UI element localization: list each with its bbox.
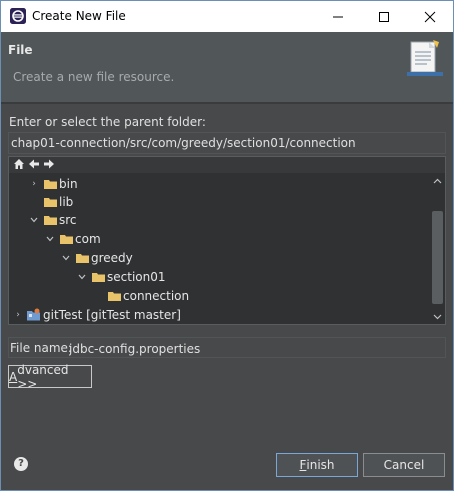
cancel-button[interactable]: Cancel [363, 453, 445, 477]
advanced-button[interactable]: Advanced >> [8, 362, 92, 391]
tree-item-gittest[interactable]: › gitTest [gitTest master] [9, 306, 429, 324]
tree-vertical-scrollbar[interactable] [430, 174, 445, 324]
scrollbar-thumb[interactable] [432, 211, 443, 304]
header-separator [1, 102, 453, 104]
tree-item-lib[interactable]: lib [9, 193, 429, 211]
maximize-icon [379, 11, 389, 22]
create-new-file-dialog: Create New File File Create a new file r… [0, 0, 454, 491]
forward-arrow-icon[interactable] [43, 158, 55, 170]
tree-item-src[interactable]: src [9, 211, 429, 229]
finish-mnemonic: F [299, 458, 307, 472]
tree-item-label: bin [59, 177, 78, 191]
folder-icon [44, 216, 57, 225]
help-icon[interactable]: ? [14, 457, 28, 471]
close-button[interactable] [407, 1, 453, 32]
tree-item-label: gitTest [gitTest master] [43, 308, 181, 322]
tree-toolbar [9, 157, 445, 173]
tree-body: › bin lib src com greedy section01 conne… [9, 174, 429, 324]
chevron-right-icon[interactable]: › [29, 177, 39, 191]
chevron-right-icon[interactable]: › [13, 308, 23, 322]
parent-folder-label: Enter or select the parent folder: [9, 115, 206, 129]
chevron-down-icon[interactable] [45, 232, 55, 246]
wizard-header: File Create a new file resource. [1, 32, 453, 102]
tree-item-label: lib [59, 195, 74, 209]
advanced-mnemonic: A [9, 369, 18, 384]
file-name-row: File name: [8, 337, 446, 358]
advanced-label: dvanced >> [17, 362, 69, 391]
folder-icon [108, 292, 121, 301]
tree-item-label: greedy [91, 251, 133, 265]
tree-item-label: com [75, 232, 101, 246]
folder-icon [92, 273, 105, 282]
eclipse-app-icon [10, 8, 26, 24]
finish-label: inish [306, 458, 335, 472]
finish-button[interactable]: Finish [276, 453, 358, 477]
folder-tree[interactable]: › bin lib src com greedy section01 conne… [8, 156, 446, 325]
tree-item-label: connection [123, 289, 190, 303]
file-name-input[interactable] [69, 338, 445, 357]
scroll-down-icon[interactable] [430, 309, 445, 324]
wizard-description: Create a new file resource. [13, 70, 175, 84]
minimize-button[interactable] [315, 1, 361, 32]
tree-item-com[interactable]: com [9, 230, 429, 248]
tree-item-greedy[interactable]: greedy [9, 249, 429, 267]
home-icon[interactable] [13, 158, 25, 170]
scroll-up-icon[interactable] [430, 174, 445, 189]
parent-folder-input[interactable]: chap01-connection/src/com/greedy/section… [8, 132, 446, 154]
window-title: Create New File [32, 9, 126, 23]
chevron-down-icon[interactable] [29, 213, 39, 227]
tree-item-label: section01 [107, 270, 166, 284]
chevron-down-icon[interactable] [77, 270, 87, 284]
close-icon [424, 11, 436, 22]
chevron-down-icon[interactable] [61, 251, 71, 265]
folder-icon [44, 180, 57, 189]
wizard-title: File [8, 43, 33, 57]
folder-icon [44, 198, 57, 207]
git-project-icon [27, 308, 40, 321]
maximize-button[interactable] [361, 1, 407, 32]
tree-item-label: src [59, 213, 77, 227]
folder-icon [76, 254, 89, 263]
tree-item-section01[interactable]: section01 [9, 268, 429, 286]
folder-icon [60, 235, 73, 244]
tree-item-connection[interactable]: connection [9, 287, 429, 305]
minimize-icon [333, 16, 343, 17]
tree-item-bin[interactable]: › bin [9, 175, 429, 193]
new-file-wizard-icon [407, 40, 443, 76]
back-arrow-icon[interactable] [28, 158, 40, 170]
file-name-label: File name: [10, 341, 72, 355]
title-bar[interactable]: Create New File [1, 1, 453, 32]
